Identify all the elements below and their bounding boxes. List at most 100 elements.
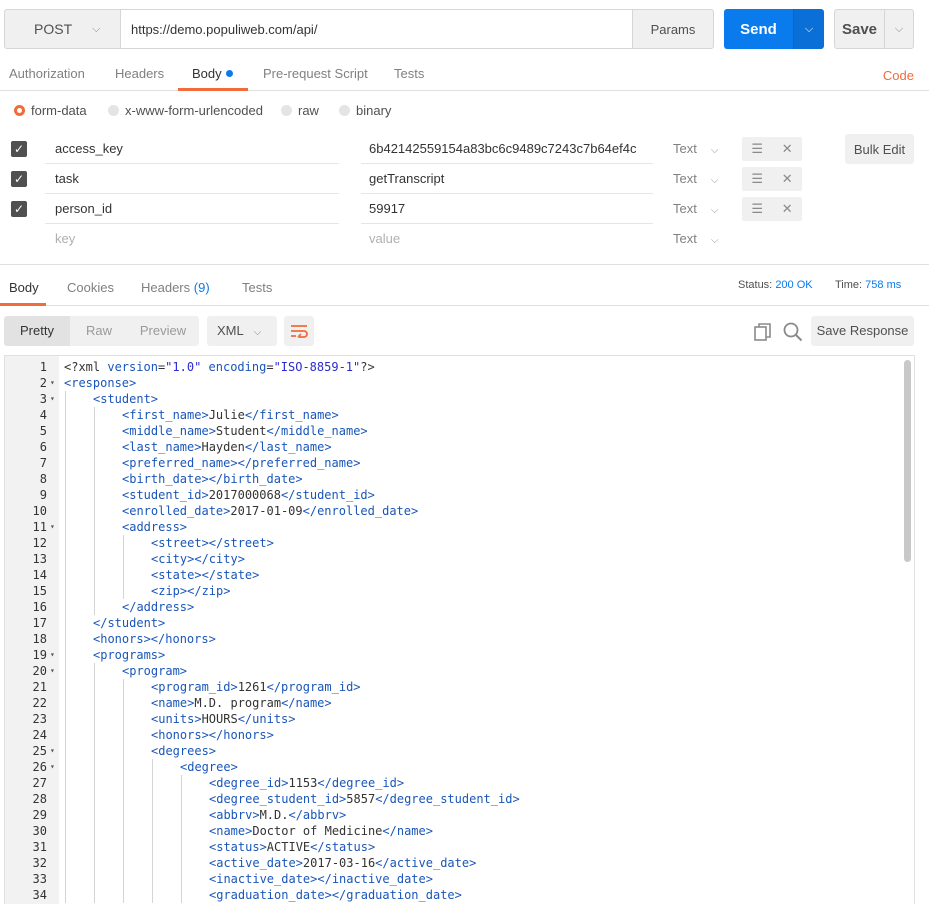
drag-handle-icon[interactable]: ☰: [751, 201, 763, 217]
indent-guide: [65, 647, 66, 663]
line-number: 23: [32, 712, 47, 726]
radio-x-www-form-urlencoded[interactable]: x-www-form-urlencoded: [108, 103, 263, 118]
value-field-placeholder[interactable]: value: [361, 224, 653, 254]
code-line: 34 <graduation_date></graduation_date>: [5, 887, 905, 903]
code-line: 5 <middle_name>Student</middle_name>: [5, 423, 905, 439]
code-line: 22 <name>M.D. program</name>: [5, 695, 905, 711]
line-number: 32: [32, 856, 47, 870]
indent-guide: [65, 711, 66, 727]
tab-body-label: Body: [192, 66, 222, 81]
radio-label: x-www-form-urlencoded: [125, 103, 263, 118]
row-checkbox[interactable]: ✓: [11, 171, 27, 187]
code-link[interactable]: Code: [883, 68, 914, 83]
value-field[interactable]: 6b42142559154a83bc6c9489c7243c7b64ef4c: [361, 134, 653, 164]
indent-guide: [94, 679, 95, 695]
line-number: 14: [32, 568, 47, 582]
line-number: 29: [32, 808, 47, 822]
drag-handle-icon[interactable]: ☰: [751, 171, 763, 187]
fold-toggle-icon[interactable]: ▾: [50, 759, 55, 775]
format-select[interactable]: XML ⌵: [207, 316, 277, 346]
value-field[interactable]: 59917: [361, 194, 653, 224]
send-dropdown-button[interactable]: ⌵: [793, 9, 824, 49]
method-select[interactable]: POST ⌵: [4, 9, 121, 49]
code-text: <honors></honors>: [151, 728, 274, 742]
indent-guide: [181, 775, 182, 791]
tab-response-tests[interactable]: Tests: [242, 280, 272, 295]
view-preview[interactable]: Preview: [128, 316, 198, 346]
indent-guide: [65, 599, 66, 615]
code-text: <birth_date></birth_date>: [122, 472, 303, 486]
save-response-button[interactable]: Save Response: [811, 316, 914, 346]
fold-toggle-icon[interactable]: ▾: [50, 663, 55, 679]
code-text: <degrees>: [151, 744, 217, 758]
tab-authorization[interactable]: Authorization: [9, 66, 85, 81]
radio-raw[interactable]: raw: [281, 103, 319, 118]
code-text: <units>HOURS</units>: [151, 712, 296, 726]
drag-handle-icon[interactable]: ☰: [751, 141, 763, 157]
indent-guide: [181, 791, 182, 807]
tab-cookies[interactable]: Cookies: [67, 280, 114, 295]
indent-guide: [152, 855, 153, 871]
code-text: </address>: [122, 600, 195, 614]
indent-guide: [123, 887, 124, 903]
tab-tests[interactable]: Tests: [394, 66, 424, 81]
tab-pre-request-script[interactable]: Pre-request Script: [263, 66, 368, 81]
indent-guide: [181, 855, 182, 871]
line-number: 9: [39, 488, 47, 502]
bulk-edit-button[interactable]: Bulk Edit: [845, 134, 914, 164]
chevron-down-icon: ⌵: [710, 205, 719, 216]
form-row: ✓ person_id 59917 Text ⌵ ☰ ✕: [0, 194, 929, 224]
indent-guide: [65, 439, 66, 455]
wrap-lines-button[interactable]: [284, 316, 314, 346]
save-button-group: Save ⌵: [834, 9, 914, 49]
type-select[interactable]: Text ⌵: [673, 134, 718, 164]
code-line: 10 <enrolled_date>2017-01-09</enrolled_da…: [5, 503, 905, 519]
line-number: 20: [32, 664, 47, 678]
code-line: 8 <birth_date></birth_date>: [5, 471, 905, 487]
delete-row-icon[interactable]: ✕: [782, 171, 793, 187]
value-field[interactable]: getTranscript: [361, 164, 653, 194]
indent-guide: [94, 407, 95, 423]
search-icon[interactable]: [782, 321, 804, 343]
fold-toggle-icon[interactable]: ▾: [50, 391, 55, 407]
chevron-down-icon: ⌵: [92, 22, 101, 35]
type-select[interactable]: Text ⌵: [673, 194, 718, 224]
type-select[interactable]: Text ⌵: [673, 224, 718, 254]
tab-response-headers[interactable]: Headers (9): [141, 280, 210, 295]
params-button[interactable]: Params: [632, 9, 714, 49]
code-line: 29 <abbrv>M.D.</abbrv>: [5, 807, 905, 823]
indent-guide: [152, 839, 153, 855]
view-pretty[interactable]: Pretty: [4, 316, 70, 346]
copy-icon[interactable]: [752, 321, 774, 343]
delete-row-icon[interactable]: ✕: [782, 201, 793, 217]
scrollbar-thumb[interactable]: [904, 360, 911, 562]
key-field[interactable]: task: [45, 164, 339, 194]
indent-guide: [152, 871, 153, 887]
save-button[interactable]: Save: [835, 10, 884, 48]
tab-body[interactable]: Body: [192, 66, 233, 81]
view-raw[interactable]: Raw: [70, 316, 128, 346]
tab-response-body[interactable]: Body: [9, 280, 39, 295]
url-input[interactable]: https://demo.populiweb.com/api/: [121, 9, 632, 49]
radio-binary[interactable]: binary: [339, 103, 391, 118]
code-line: 25 ▾ <degrees>: [5, 743, 905, 759]
row-checkbox[interactable]: ✓: [11, 141, 27, 157]
save-dropdown-button[interactable]: ⌵: [884, 10, 913, 48]
fold-toggle-icon[interactable]: ▾: [50, 519, 55, 535]
key-field[interactable]: access_key: [45, 134, 339, 164]
row-checkbox[interactable]: ✓: [11, 201, 27, 217]
fold-toggle-icon[interactable]: ▾: [50, 375, 55, 391]
key-field[interactable]: person_id: [45, 194, 339, 224]
fold-toggle-icon[interactable]: ▾: [50, 743, 55, 759]
indent-guide: [123, 823, 124, 839]
type-label: Text: [673, 141, 697, 156]
response-code-viewer[interactable]: 1 <?xml version="1.0" encoding="ISO-8859-…: [4, 355, 915, 904]
delete-row-icon[interactable]: ✕: [782, 141, 793, 157]
radio-form-data[interactable]: form-data: [14, 103, 87, 118]
fold-toggle-icon[interactable]: ▾: [50, 647, 55, 663]
indent-guide: [94, 519, 95, 535]
key-field-placeholder[interactable]: key: [45, 224, 339, 254]
type-select[interactable]: Text ⌵: [673, 164, 718, 194]
send-button[interactable]: Send: [724, 9, 793, 49]
tab-headers[interactable]: Headers: [115, 66, 164, 81]
